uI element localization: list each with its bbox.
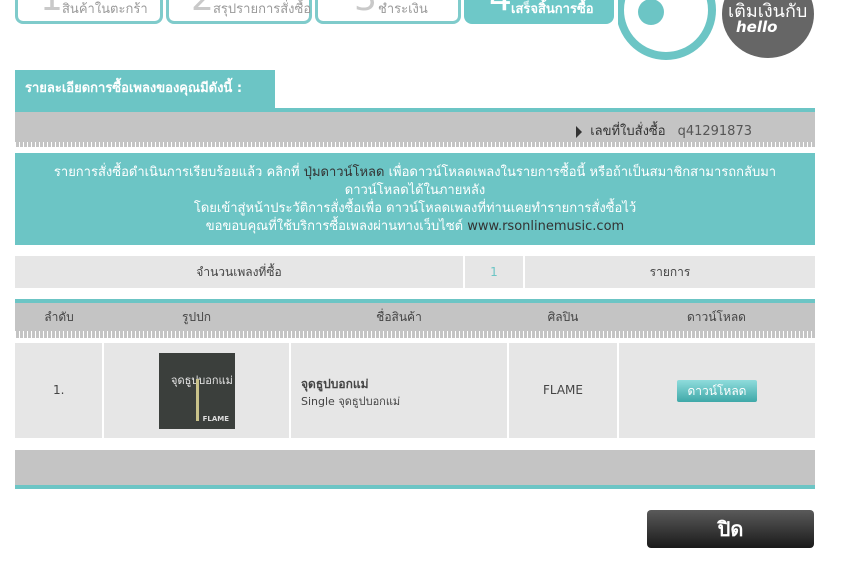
step-label: สินค้าในตะกร้า	[62, 2, 148, 17]
notice-line-3: โดยเข้าสู่หน้าประวัติการสั่งซื้อเพื่อ ดา…	[193, 201, 637, 216]
notice-line-2: ดาวน์โหลดได้ในภายหลัง	[344, 183, 486, 198]
step-2: 2 สรุปรายการสั่งซื้อ	[166, 0, 312, 24]
order-number: เลขที่ใบสั่งซื้อ q41291873	[576, 120, 752, 141]
step-label: เสร็จสิ้นการซื้อ	[511, 2, 594, 17]
row-index: 1.	[53, 383, 65, 397]
close-button[interactable]: ปิด	[647, 510, 814, 548]
cell-title: จุดธูปบอกแม่ Single จุดธูปบอกแม่	[291, 343, 507, 438]
section-title: รายละเอียดการซื้อเพลงของคุณมีดังนี้ :	[15, 70, 275, 108]
cell-cover: จุดธูปบอกแม่ FLAME	[104, 343, 289, 438]
ruler-divider	[15, 331, 815, 338]
step-1: 1 สินค้าในตะกร้า	[15, 0, 163, 24]
product-subtitle: Single จุดธูปบอกแม่	[301, 395, 401, 408]
cell-download: ดาวน์โหลด	[619, 343, 815, 438]
mascot-icon	[618, 0, 716, 60]
cover-stripe	[196, 379, 199, 421]
header-title: ชื่อสินค้า	[376, 310, 422, 324]
summary-label: จำนวนเพลงที่ซื้อ	[15, 256, 463, 288]
promo-banner[interactable]: เติมเงินกับ hello	[618, 0, 818, 62]
notice-text: ขอขอบคุณที่ใช้บริการซื้อเพลงผ่านทางเว็บไ…	[205, 219, 464, 234]
step-label: สรุปรายการสั่งซื้อ	[213, 2, 312, 17]
download-button[interactable]: ดาวน์โหลด	[677, 380, 757, 402]
promo-logo: hello	[736, 18, 778, 36]
site-link[interactable]: www.rsonlinemusic.com	[467, 219, 624, 234]
summary-unit: รายการ	[525, 256, 815, 288]
album-cover-brand: FLAME	[202, 415, 229, 423]
artist-name: FLAME	[542, 383, 583, 397]
step-number: 4	[489, 0, 512, 19]
footer-bar	[15, 450, 815, 485]
album-cover: จุดธูปบอกแม่ FLAME	[159, 353, 235, 429]
ruler-divider	[15, 142, 815, 147]
step-number: 2	[191, 0, 214, 19]
header-cover: รูปปก	[182, 310, 211, 324]
play-triangle-icon	[576, 125, 583, 138]
notice-line-1: รายการสั่งซื้อดำเนินการเรียบร้อยแล้ว คลิ…	[15, 164, 815, 182]
step-number: 3	[354, 0, 377, 19]
notice-line-4: ขอขอบคุณที่ใช้บริการซื้อเพลงผ่านทางเว็บไ…	[15, 218, 815, 236]
header-artist: ศิลปิน	[547, 310, 579, 324]
header-index: ลำดับ	[44, 310, 74, 324]
step-4: 4 เสร็จสิ้นการซื้อ	[464, 0, 614, 24]
notice-box: รายการสั่งซื้อดำเนินการเรียบร้อยแล้ว คลิ…	[15, 153, 815, 245]
step-number: 1	[40, 0, 63, 19]
notice-text: รายการสั่งซื้อดำเนินการเรียบร้อยแล้ว คลิ…	[53, 165, 300, 180]
step-3: 3 ชำระเงิน	[315, 0, 461, 24]
album-cover-title: จุดธูปบอกแม่	[171, 374, 233, 387]
summary-count: 1	[465, 256, 523, 288]
table-row: 1. จุดธูปบอกแม่ FLAME จุดธูปบอกแม่ Singl…	[15, 343, 815, 438]
notice-text: เพื่อดาวน์โหลดเพลงในรายการซื้อนี้ หรือถ้…	[388, 165, 777, 180]
header-download: ดาวน์โหลด	[687, 310, 746, 324]
order-label: เลขที่ใบสั่งซื้อ	[590, 124, 666, 139]
notice-highlight: ปุ่มดาวน์โหลด	[303, 165, 385, 180]
order-value: q41291873	[677, 124, 752, 139]
table-header: ลำดับ รูปปก ชื่อสินค้า ศิลปิน ดาวน์โหลด	[15, 303, 815, 331]
cell-artist: FLAME	[509, 343, 617, 438]
divider	[15, 485, 815, 489]
summary-row: จำนวนเพลงที่ซื้อ 1 รายการ	[15, 256, 815, 288]
cell-index: 1.	[15, 343, 102, 438]
step-label: ชำระเงิน	[378, 2, 428, 17]
